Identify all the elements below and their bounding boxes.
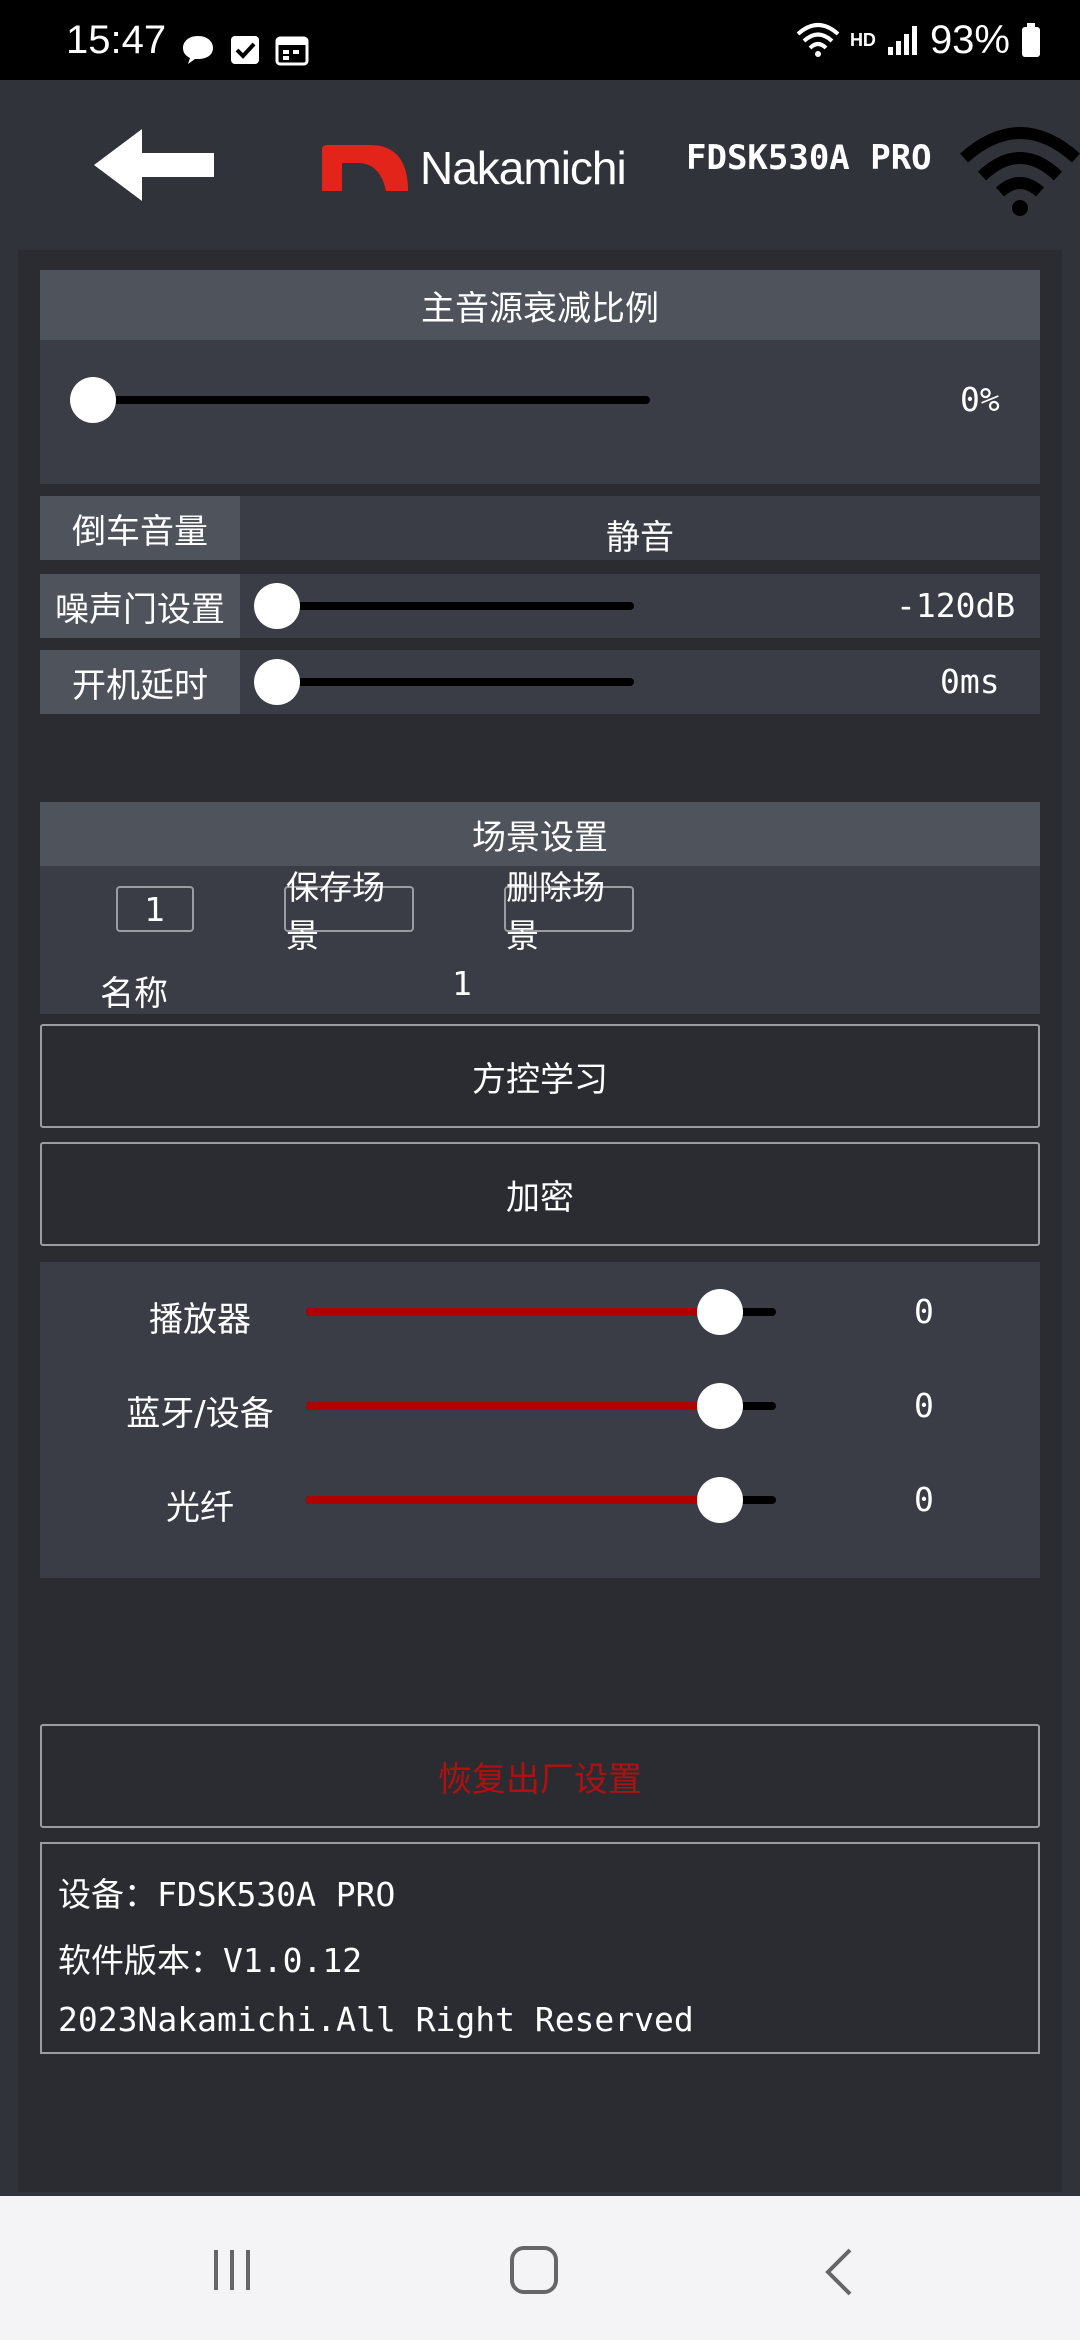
reverse-volume-label: 倒车音量 — [40, 496, 240, 560]
main-attenuation-value: 0% — [960, 380, 1000, 419]
mixer-label: 蓝牙/设备 — [126, 1394, 274, 1434]
main-attenuation-knob[interactable] — [70, 377, 116, 423]
battery-icon — [1022, 23, 1040, 57]
encrypt-button[interactable]: 加密 — [40, 1142, 1040, 1246]
recent-apps-icon[interactable] — [208, 2246, 256, 2294]
scene-card: 场景设置 1 保存场景 删除场景 名称 1 — [40, 802, 1040, 1014]
power-delay-row: 开机延时 0ms — [40, 650, 1040, 714]
status-bar: 15:47 HD 93% — [0, 0, 1080, 80]
main-attenuation-title: 主音源衰减比例 — [40, 270, 1040, 340]
scene-name-value[interactable]: 1 — [452, 964, 472, 1003]
delete-scene-button[interactable]: 删除场景 — [504, 868, 634, 955]
optical-knob[interactable] — [696, 1477, 743, 1523]
source-mixer-panel: 播放器 0 蓝牙/设备 0 光纤 0 — [40, 1262, 1040, 1578]
hd-label: HD — [849, 29, 876, 50]
settings-content: 主音源衰减比例 0% 倒车音量 静音 噪声门设置 -120dB 开机延时 0ms — [18, 250, 1062, 2192]
noise-gate-label: 噪声门设置 — [40, 574, 240, 638]
software-version-text: 软件版本：V1.0.12 — [58, 1941, 363, 1980]
mixer-label: 播放器 — [149, 1300, 251, 1340]
encrypt-label: 加密 — [506, 1177, 574, 1218]
connection-wifi-icon[interactable] — [960, 118, 1080, 218]
save-scene-button[interactable]: 保存场景 — [284, 868, 414, 955]
back-icon[interactable] — [818, 2246, 858, 2298]
brand-name: Nakamichi — [420, 142, 627, 194]
home-icon[interactable] — [508, 2244, 560, 2296]
scene-title: 场景设置 — [40, 802, 1040, 866]
mixer-row: 蓝牙/设备 0 — [40, 1356, 1040, 1456]
main-attenuation-panel: 主音源衰减比例 0% — [40, 270, 1040, 484]
power-delay-value: 0ms — [940, 662, 1000, 701]
status-time: 15:47 — [66, 18, 167, 62]
reverse-volume-row[interactable]: 倒车音量 静音 — [40, 496, 1040, 560]
noise-gate-row: 噪声门设置 -120dB — [40, 574, 1040, 638]
signal-icon — [887, 26, 917, 55]
copyright-text: 2023Nakamichi.All Right Reserved — [58, 2000, 694, 2039]
notification-icons — [180, 30, 310, 70]
bluetooth-knob[interactable] — [696, 1383, 743, 1429]
save-scene-label: 保存场景 — [286, 868, 385, 955]
power-delay-knob[interactable] — [254, 659, 300, 705]
chat-bubble-icon — [183, 36, 213, 64]
device-info-panel: 设备：FDSK530A PRO 软件版本：V1.0.12 2023Nakamic… — [40, 1842, 1040, 2054]
arrow-left-icon — [94, 129, 214, 201]
app-header: Nakamichi FDSK530A PRO — [0, 80, 1080, 250]
optical-slider[interactable] — [306, 1470, 786, 1530]
steering-learn-label: 方控学习 — [472, 1059, 608, 1100]
scene-number: 1 — [144, 889, 166, 929]
reverse-volume-value: 静音 — [606, 518, 674, 558]
mixer-value: 0 — [914, 1480, 934, 1519]
wifi-icon — [796, 23, 840, 57]
delete-scene-label: 删除场景 — [506, 868, 605, 955]
calendar-icon — [275, 36, 309, 66]
steering-learn-button[interactable]: 方控学习 — [40, 1024, 1040, 1128]
player-slider[interactable] — [306, 1282, 786, 1342]
nakamichi-logo-icon — [322, 145, 408, 191]
power-delay-label: 开机延时 — [40, 650, 240, 714]
device-name-text: 设备：FDSK530A PRO — [58, 1875, 396, 1914]
scene-name-label: 名称 — [100, 974, 168, 1014]
brand-logo: Nakamichi — [320, 128, 627, 208]
mixer-row: 播放器 0 — [40, 1262, 1040, 1362]
scene-number-selector[interactable]: 1 — [116, 886, 194, 932]
power-delay-slider[interactable] — [254, 658, 634, 706]
mixer-row: 光纤 0 — [40, 1450, 1040, 1550]
noise-gate-knob[interactable] — [254, 583, 300, 629]
back-button[interactable] — [90, 125, 220, 205]
noise-gate-slider[interactable] — [254, 582, 634, 630]
system-nav-bar — [0, 2196, 1080, 2340]
player-knob[interactable] — [696, 1289, 743, 1335]
factory-reset-label: 恢复出厂设置 — [438, 1759, 642, 1800]
battery-percentage: 93% — [929, 17, 1010, 62]
device-model: FDSK530A PRO — [686, 138, 932, 178]
main-attenuation-slider[interactable] — [70, 370, 670, 430]
mixer-value: 0 — [914, 1292, 934, 1331]
noise-gate-value: -120dB — [896, 586, 1016, 625]
bluetooth-slider[interactable] — [306, 1376, 786, 1436]
checkbox-icon — [231, 36, 259, 64]
factory-reset-button[interactable]: 恢复出厂设置 — [40, 1724, 1040, 1828]
mixer-label: 光纤 — [166, 1488, 234, 1528]
status-right: HD 93% — [796, 18, 1042, 62]
mixer-value: 0 — [914, 1386, 934, 1425]
